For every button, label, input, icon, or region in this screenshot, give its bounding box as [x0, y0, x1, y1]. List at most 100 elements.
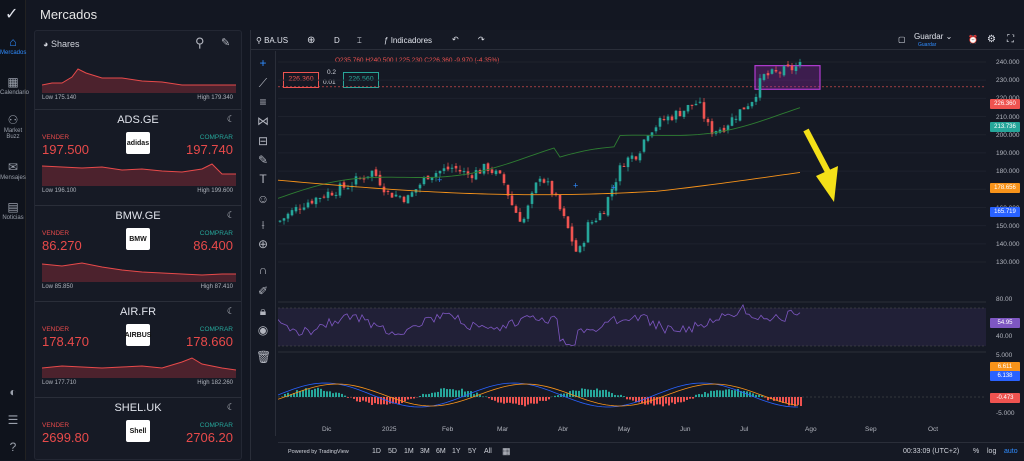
help-button[interactable]: ?	[0, 440, 26, 455]
range-button[interactable]: 1D	[372, 448, 381, 455]
nav-item-market-buzz[interactable]: ⚇Market Buzz	[0, 113, 26, 140]
zoom-icon[interactable]: ⊕	[256, 237, 270, 251]
candle-body	[423, 177, 426, 184]
settings-button[interactable]: ☰	[0, 413, 26, 428]
brush-icon[interactable]: ✎	[256, 153, 270, 167]
macd-bar	[764, 397, 766, 398]
sell-button[interactable]: 2699.80	[42, 430, 89, 445]
buy-button[interactable]: 86.400	[193, 238, 233, 253]
chart-type-icon[interactable]: ⌶	[357, 36, 362, 46]
buy-button[interactable]: 178.660	[186, 334, 233, 349]
macd-bar	[644, 397, 646, 405]
price-plot[interactable]: +++	[278, 52, 986, 440]
settings-icon[interactable]: ⚙	[987, 34, 996, 45]
market-card[interactable]: BMW.GE☾VENDER86.270COMPRAR86.400BMWLow 8…	[35, 205, 241, 301]
price-axis-label: 140.000	[996, 241, 1020, 248]
fib-icon[interactable]: ⊟	[256, 134, 270, 148]
log-toggle[interactable]: log	[987, 448, 996, 455]
eye-icon[interactable]: ◉	[256, 323, 270, 337]
nav-item-calendario[interactable]: ▦Calendario	[0, 75, 26, 96]
price-axis-label: 130.000	[996, 259, 1020, 266]
trash-icon[interactable]: 🗑︎	[256, 350, 270, 364]
add-symbol-button[interactable]: ⊕	[307, 35, 315, 46]
range-button[interactable]: 3M	[420, 448, 430, 455]
buy-button[interactable]: 197.740	[186, 142, 233, 157]
layout-icon[interactable]: ▢	[898, 35, 906, 44]
sell-button[interactable]: 86.270	[42, 238, 82, 253]
sell-label: VENDER	[42, 422, 69, 429]
nav-item-mercados[interactable]: ⌂Mercados	[0, 35, 26, 56]
macd-bar	[311, 390, 313, 397]
macd-bar	[407, 397, 409, 399]
ruler-icon[interactable]: ⟊	[256, 218, 270, 233]
percent-toggle[interactable]: %	[973, 448, 979, 455]
macd-bar	[707, 393, 709, 397]
price-axis-label: 240.000	[996, 59, 1020, 66]
emoji-icon[interactable]: ☺	[256, 192, 270, 206]
edit-icon[interactable]: ✎	[221, 36, 230, 49]
market-card[interactable]: AIR.FR☾VENDER178.470COMPRAR178.660AIRBUS…	[35, 301, 241, 397]
macd-bar	[347, 397, 349, 398]
sparkline-top	[42, 63, 236, 93]
macd-bar	[674, 397, 676, 404]
macd-bar	[653, 397, 655, 406]
sell-button[interactable]: 197.500	[42, 142, 89, 157]
moon-icon: ☾	[227, 210, 235, 221]
trendline-icon[interactable]: ⟋	[256, 76, 270, 91]
time-axis-label: Feb	[442, 426, 453, 433]
macd-bar	[692, 397, 694, 399]
macd-bar	[482, 396, 484, 397]
time-axis-label: Oct	[928, 426, 938, 433]
nav-item-noticias[interactable]: ▤Noticias	[0, 200, 26, 221]
undo-button[interactable]: ↶	[452, 35, 459, 44]
magnet-icon[interactable]: ∩	[256, 263, 270, 277]
indicators-button[interactable]: ƒ Indicadores	[384, 36, 432, 45]
card-high: High 179.340	[197, 95, 233, 101]
range-button[interactable]: 1M	[404, 448, 414, 455]
horizontal-lines-icon[interactable]: ≡	[256, 95, 270, 109]
buy-button[interactable]: 2706.20	[186, 430, 233, 445]
macd-bar	[338, 393, 340, 397]
lock-drawing-icon[interactable]: ✐	[256, 284, 270, 298]
pitchfork-icon[interactable]: ⋈	[256, 114, 270, 128]
market-card[interactable]: SHEL.UK☾VENDER2699.80COMPRAR2706.20Shell	[35, 397, 241, 461]
alert-icon[interactable]: ⏰	[968, 35, 978, 44]
range-button[interactable]: 5D	[388, 448, 397, 455]
moon-icon: ☾	[227, 306, 235, 317]
search-icon[interactable]: ⚲	[195, 35, 205, 51]
crosshair-icon[interactable]: +	[256, 56, 270, 70]
macd-bar	[449, 389, 451, 397]
candle-body	[643, 140, 646, 152]
theme-toggle[interactable]: ◐	[0, 385, 26, 400]
nav-item-mensajes[interactable]: ✉Mensajes	[0, 160, 26, 181]
macd-bar	[524, 397, 526, 406]
card-low: Low 196.100	[42, 188, 76, 194]
powered-by[interactable]: Powered by TradingView	[288, 449, 349, 455]
range-button[interactable]: 5Y	[468, 448, 477, 455]
macd-bar	[689, 397, 691, 399]
macd-bar	[599, 390, 601, 397]
save-button[interactable]: Guardar ⌄	[914, 32, 952, 41]
buzz-icon: ⚇	[0, 113, 26, 127]
range-button[interactable]: All	[484, 448, 492, 455]
sell-button[interactable]: 178.470	[42, 334, 89, 349]
symbol-search[interactable]: ⚲ BA.US	[256, 36, 288, 45]
macd-bar	[431, 393, 433, 397]
range-button[interactable]: 6M	[436, 448, 446, 455]
candle-body	[483, 164, 486, 174]
candle-body	[707, 119, 710, 122]
auto-toggle[interactable]: auto	[1004, 448, 1018, 455]
candle-body	[575, 240, 578, 251]
sliders-icon: ☰	[0, 413, 26, 427]
panel-tab-shares[interactable]: ◕ Shares	[43, 39, 79, 49]
badge-macd-2: 6.138	[990, 371, 1020, 381]
fullscreen-icon[interactable]: ⛶	[1007, 34, 1014, 45]
interval-button[interactable]: D	[334, 36, 340, 45]
redo-button[interactable]: ↷	[478, 35, 485, 44]
range-button[interactable]: 1Y	[452, 448, 461, 455]
date-range-icon[interactable]: ▦	[502, 446, 511, 457]
candle-body	[791, 66, 794, 71]
market-card[interactable]: ADS.GE☾VENDER197.500COMPRAR197.740adidas…	[35, 109, 241, 205]
text-icon[interactable]: T	[256, 172, 270, 186]
lock-icon[interactable]: 🔒︎	[256, 304, 270, 319]
